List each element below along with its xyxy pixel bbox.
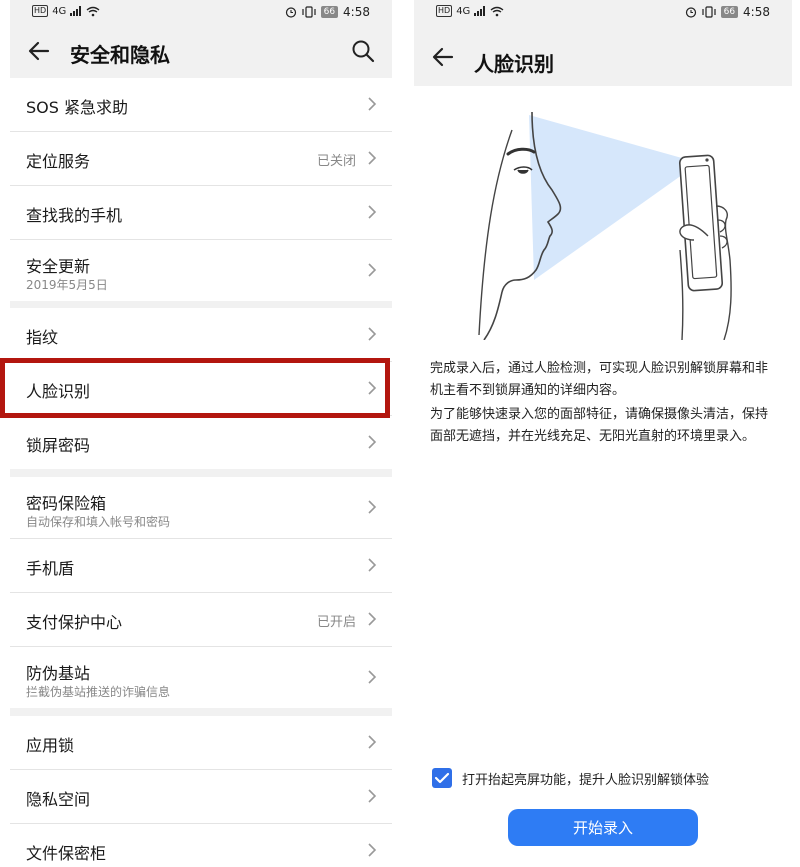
row-private-space[interactable]: 隐私空间 xyxy=(10,770,392,824)
row-location-service[interactable]: 定位服务 已关闭 xyxy=(10,132,392,186)
clock: 4:58 xyxy=(343,5,370,19)
chevron-right-icon xyxy=(368,789,377,803)
face-scan-illustration xyxy=(478,111,732,340)
chevron-right-icon xyxy=(368,205,377,219)
chevron-right-icon xyxy=(368,670,377,684)
face-recognition-screen: HD 4G 66 4:58 人脸识别 完成录入后，通过人脸检测，可实现人脸识别解… xyxy=(414,0,792,867)
row-label: 定位服务 xyxy=(26,152,91,171)
row-fake-base-station[interactable]: 防伪基站 拦截伪基站推送的诈骗信息 xyxy=(10,647,392,708)
row-security-update[interactable]: 安全更新 2019年5月5日 xyxy=(10,240,392,301)
description-1: 完成录入后，通过人脸检测，可实现人脸识别解锁屏幕和非机主看不到锁屏通知的详细内容… xyxy=(430,361,769,398)
settings-group-4: 应用锁 隐私空间 文件保密柜 xyxy=(10,716,392,867)
row-lock-screen-password[interactable]: 锁屏密码 xyxy=(10,416,392,469)
search-icon[interactable] xyxy=(350,38,376,64)
row-label: 锁屏密码 xyxy=(26,436,91,455)
row-label: 指纹 xyxy=(26,328,59,347)
vibrate-icon xyxy=(701,6,716,18)
checkbox-label: 打开抬起亮屏功能，提升人脸识别解锁体验 xyxy=(462,772,710,788)
chevron-right-icon xyxy=(368,735,377,749)
network-type: 4G xyxy=(52,5,67,17)
row-label: 支付保护中心 xyxy=(26,613,123,632)
battery-indicator: 66 xyxy=(720,6,739,18)
chevron-right-icon xyxy=(368,435,377,449)
checkmark-icon xyxy=(434,772,450,784)
chevron-right-icon xyxy=(368,151,377,165)
page-title: 安全和隐私 xyxy=(70,43,170,67)
signal-icon xyxy=(70,6,82,16)
row-value: 已关闭 xyxy=(316,154,356,169)
chevron-right-icon xyxy=(368,500,377,514)
row-label: 安全更新 xyxy=(26,257,91,276)
row-file-safe[interactable]: 文件保密柜 xyxy=(10,824,392,867)
battery-indicator: 66 xyxy=(320,6,339,18)
row-fingerprint[interactable]: 指纹 xyxy=(10,308,392,362)
app-bar: 人脸识别 xyxy=(414,26,792,86)
row-value: 已开启 xyxy=(316,615,356,630)
row-sublabel: 自动保存和填入帐号和密码 xyxy=(26,515,171,529)
row-label: 防伪基站 xyxy=(26,664,91,683)
status-bar: HD 4G 66 4:58 xyxy=(10,0,392,26)
chevron-right-icon xyxy=(368,558,377,572)
row-sublabel: 拦截伪基站推送的诈骗信息 xyxy=(26,685,171,699)
alarm-icon xyxy=(285,7,296,18)
wifi-icon xyxy=(86,6,100,16)
settings-group-1: SOS 紧急求助 定位服务 已关闭 查找我的手机 安全更新 2019年5月5日 xyxy=(10,78,392,301)
row-password-vault[interactable]: 密码保险箱 自动保存和填入帐号和密码 xyxy=(10,477,392,539)
description-2: 为了能够快速录入您的面部特征，请确保摄像头清洁，保持面部无遮挡，并在光线充足、无… xyxy=(430,407,769,444)
status-bar: HD 4G 66 4:58 xyxy=(414,0,792,26)
settings-group-3: 密码保险箱 自动保存和填入帐号和密码 手机盾 支付保护中心 已开启 防伪基站 拦… xyxy=(10,477,392,708)
chevron-right-icon xyxy=(368,327,377,341)
row-app-lock[interactable]: 应用锁 xyxy=(10,716,392,770)
row-label: 文件保密柜 xyxy=(26,844,107,863)
wifi-icon xyxy=(490,6,504,16)
row-label: 隐私空间 xyxy=(26,790,91,809)
row-sublabel: 2019年5月5日 xyxy=(26,278,108,292)
hd-icon: HD xyxy=(32,5,49,17)
back-arrow-icon[interactable] xyxy=(430,44,456,70)
chevron-right-icon xyxy=(368,612,377,626)
security-privacy-screen: HD 4G 66 4:58 安全和隐私 SOS 紧急求助 定位服务 已关闭 查找… xyxy=(10,0,392,867)
raise-to-wake-checkbox[interactable] xyxy=(432,768,452,788)
start-enroll-button[interactable]: 开始录入 xyxy=(508,809,698,846)
chevron-right-icon xyxy=(368,97,377,111)
chevron-right-icon xyxy=(368,263,377,277)
row-label: 密码保险箱 xyxy=(26,494,107,513)
hd-icon: HD xyxy=(436,5,453,17)
chevron-right-icon xyxy=(368,843,377,857)
row-find-my-phone[interactable]: 查找我的手机 xyxy=(10,186,392,240)
row-label: 手机盾 xyxy=(26,559,75,578)
row-label: 查找我的手机 xyxy=(26,206,123,225)
app-bar: 安全和隐私 xyxy=(10,26,392,78)
row-label: 应用锁 xyxy=(26,736,75,755)
alarm-icon xyxy=(685,7,696,18)
back-arrow-icon[interactable] xyxy=(26,38,52,64)
vibrate-icon xyxy=(301,6,316,18)
row-phone-shield[interactable]: 手机盾 xyxy=(10,539,392,593)
signal-icon xyxy=(474,6,486,16)
row-label: SOS 紧急求助 xyxy=(26,98,128,117)
row-sos[interactable]: SOS 紧急求助 xyxy=(10,78,392,132)
clock: 4:58 xyxy=(743,5,770,19)
row-payment-protection[interactable]: 支付保护中心 已开启 xyxy=(10,593,392,647)
page-title: 人脸识别 xyxy=(474,52,554,76)
network-type: 4G xyxy=(456,5,471,17)
raise-to-wake-option[interactable]: 打开抬起亮屏功能，提升人脸识别解锁体验 xyxy=(432,768,709,788)
highlight-box xyxy=(0,358,390,418)
